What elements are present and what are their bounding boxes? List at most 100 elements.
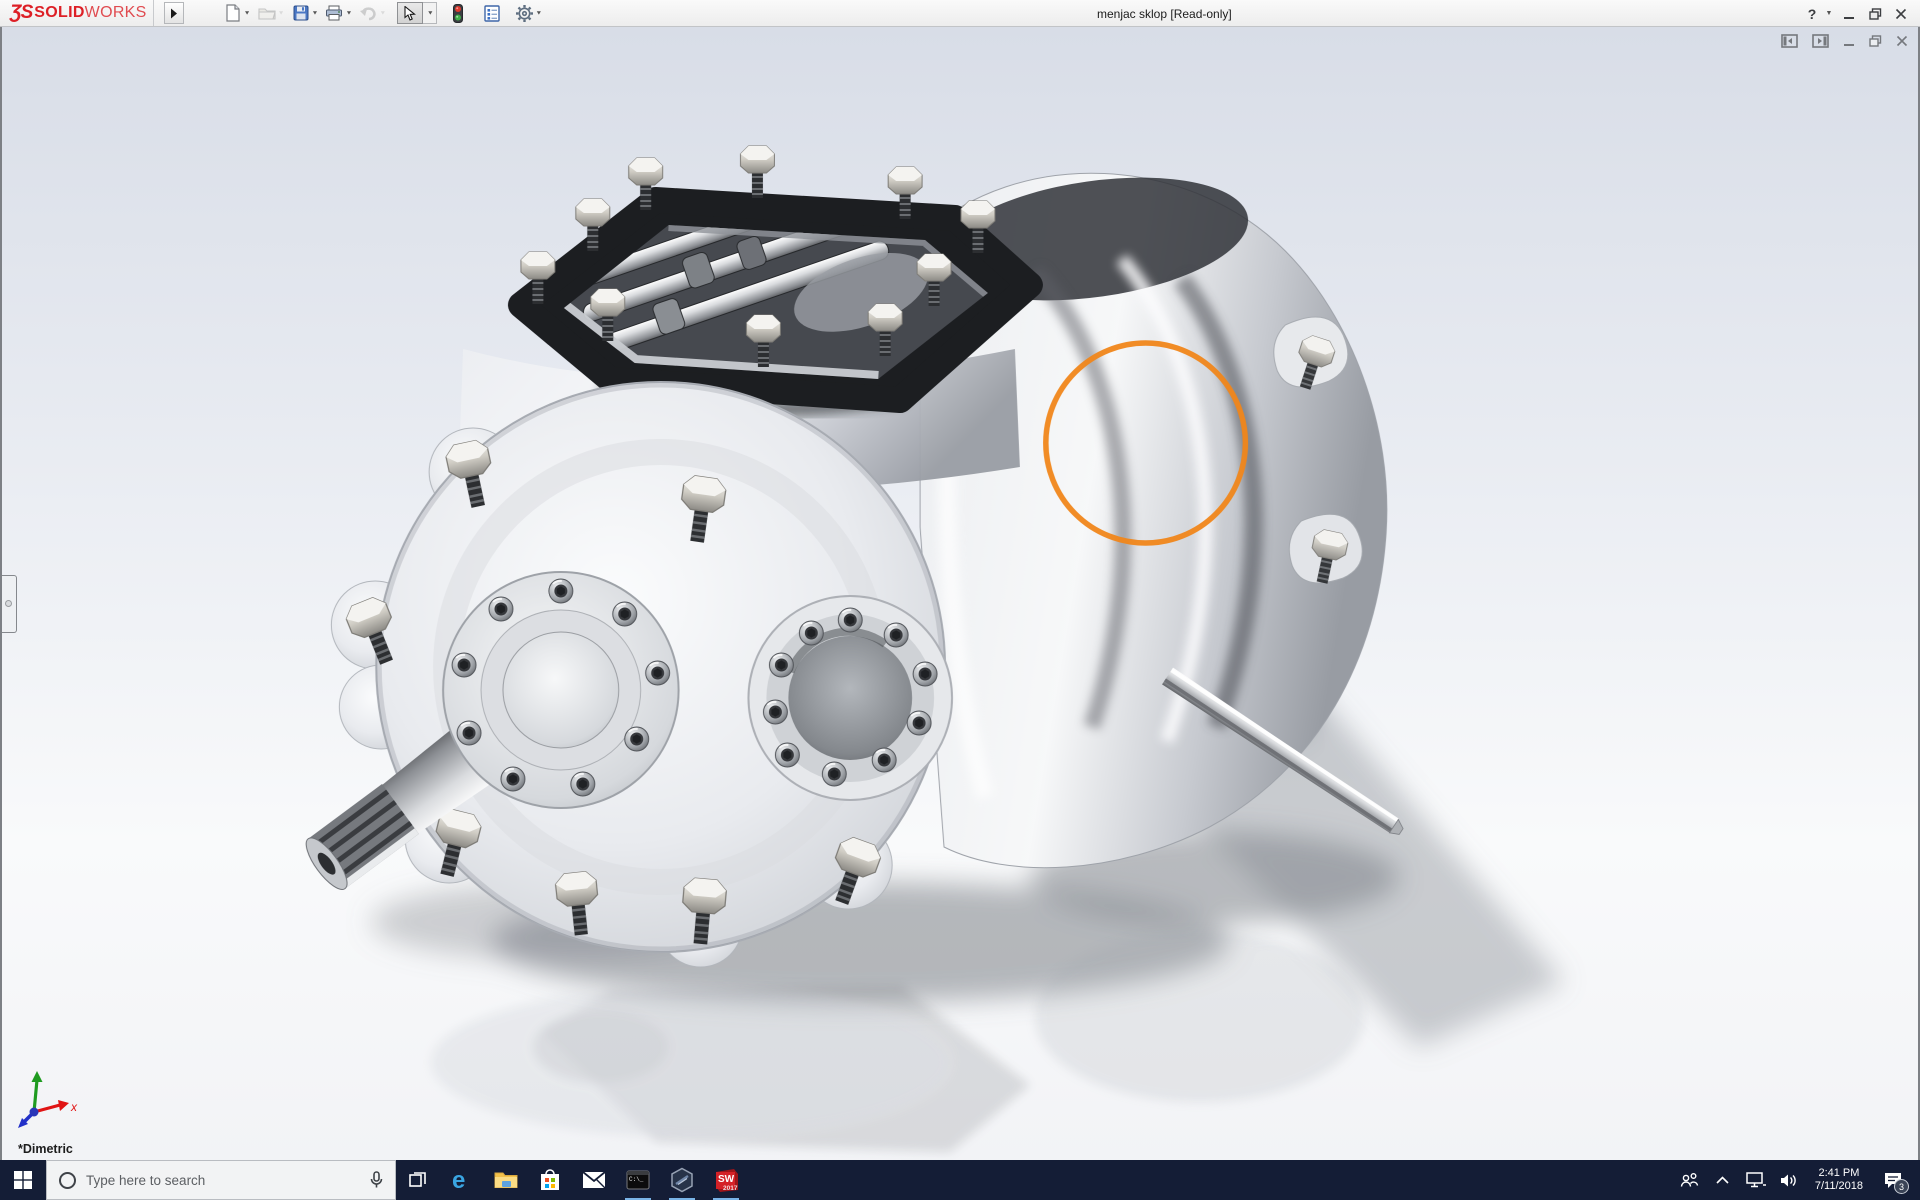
mail-icon — [582, 1171, 606, 1189]
clock-time: 2:41 PM — [1815, 1167, 1863, 1180]
solidworks-app-icon: SW 2017 — [712, 1166, 740, 1194]
taskbar-item-file-explorer[interactable] — [484, 1160, 528, 1200]
dropdown-caret-icon: ▼ — [379, 10, 386, 16]
microphone-icon[interactable] — [370, 1171, 383, 1189]
titlebar: ƷS SOLIDWORKS ▼ ▼ ▼ ▼ — [0, 0, 1920, 27]
hexagon-app-icon — [669, 1167, 695, 1193]
svg-text:x: x — [70, 1100, 78, 1114]
file-properties-button[interactable] — [481, 1, 503, 25]
window-controls: ? ▼ — [1802, 0, 1914, 27]
tab-dot-icon — [5, 600, 12, 607]
close-icon — [1895, 8, 1907, 20]
clock[interactable]: 2:41 PM 7/11/2018 — [1809, 1167, 1869, 1193]
taskbar-item-edge[interactable]: e — [440, 1160, 484, 1200]
undo-arrow-icon — [358, 3, 378, 23]
dassault-logo-icon: ƷS — [10, 2, 32, 24]
task-view-icon — [408, 1170, 428, 1190]
restore-button[interactable] — [1862, 0, 1888, 27]
windows-taskbar: e C:\_ — [0, 1160, 1920, 1200]
bearing-bore — [748, 596, 952, 800]
network-icon[interactable] — [1743, 1160, 1769, 1200]
file-explorer-icon — [494, 1170, 518, 1190]
minimize-icon — [1843, 8, 1855, 20]
close-button[interactable] — [1888, 0, 1914, 27]
taskbar-item-store[interactable] — [528, 1160, 572, 1200]
rebuild-button[interactable] — [447, 1, 469, 25]
doc-close-button[interactable] — [1896, 35, 1908, 47]
menu-expand-button[interactable] — [164, 2, 184, 24]
pane-left-button[interactable] — [1781, 34, 1798, 48]
dropdown-caret-icon[interactable]: ▼ — [244, 10, 251, 16]
print-button[interactable]: ▼ — [323, 1, 353, 25]
taskbar-item-hexagon-app[interactable] — [660, 1160, 704, 1200]
save-button[interactable]: ▼ — [290, 1, 320, 25]
select-tool-dropdown[interactable]: ▼ — [423, 2, 437, 24]
dropdown-caret-icon[interactable]: ▼ — [312, 10, 319, 16]
close-icon — [1896, 35, 1908, 47]
print-icon — [324, 3, 344, 23]
brand-text-solid: SOLID — [34, 4, 84, 22]
volume-icon[interactable] — [1776, 1160, 1802, 1200]
document-window-controls — [1781, 34, 1908, 48]
doc-restore-button[interactable] — [1869, 35, 1882, 47]
cursor-arrow-icon — [404, 6, 416, 21]
taskbar-item-solidworks[interactable]: SW 2017 — [704, 1160, 748, 1200]
undo-button: ▼ — [357, 1, 387, 25]
action-center-button[interactable]: 3 — [1876, 1160, 1910, 1200]
brand-text-works: WORKS — [85, 4, 147, 22]
new-document-icon — [223, 3, 243, 23]
file-properties-icon — [482, 3, 502, 23]
save-floppy-icon — [291, 3, 311, 23]
restore-icon — [1869, 8, 1882, 20]
new-document-button[interactable]: ▼ — [222, 1, 252, 25]
system-tray: 2:41 PM 7/11/2018 3 — [1677, 1160, 1920, 1200]
cortana-icon — [59, 1172, 76, 1189]
notification-badge: 3 — [1894, 1179, 1909, 1194]
orientation-triad-icon: x — [16, 1068, 80, 1132]
windows-logo-icon — [14, 1171, 32, 1189]
pane-right-icon — [1812, 34, 1829, 48]
svg-text:SW: SW — [718, 1174, 735, 1185]
open-button: ▼ — [256, 1, 286, 25]
taskbar-item-mail[interactable] — [572, 1160, 616, 1200]
svg-text:C:\_: C:\_ — [629, 1176, 644, 1183]
pane-left-icon — [1781, 34, 1798, 48]
dropdown-caret-icon: ▼ — [427, 10, 434, 16]
select-tool: ▼ — [397, 2, 437, 24]
pane-right-button[interactable] — [1812, 34, 1829, 48]
dropdown-caret-icon[interactable]: ▼ — [345, 10, 352, 16]
view-orientation-label: *Dimetric — [18, 1142, 73, 1156]
store-icon — [539, 1168, 561, 1192]
taskbar-item-command-prompt[interactable]: C:\_ — [616, 1160, 660, 1200]
doc-minimize-button[interactable] — [1843, 35, 1855, 47]
options-button[interactable]: ▼ — [513, 1, 543, 25]
start-button[interactable] — [0, 1160, 46, 1200]
divider — [153, 0, 154, 26]
minimize-button[interactable] — [1836, 0, 1862, 27]
gear-icon — [514, 3, 534, 23]
quick-toolbar: ▼ ▼ ▼ ▼ ▼ ▼ — [222, 0, 544, 26]
search-input[interactable] — [86, 1173, 360, 1188]
3d-model-render[interactable] — [2, 27, 1918, 1160]
graphics-area[interactable]: x *Dimetric — [0, 27, 1920, 1160]
help-button[interactable]: ? — [1802, 0, 1822, 27]
featuremanager-flyout-tab[interactable] — [2, 575, 17, 633]
people-icon[interactable] — [1677, 1160, 1703, 1200]
task-view-button[interactable] — [396, 1160, 440, 1200]
front-hub — [443, 572, 679, 808]
svg-text:e: e — [452, 1167, 465, 1193]
play-arrow-icon — [170, 8, 178, 19]
command-prompt-icon: C:\_ — [626, 1170, 650, 1190]
edge-icon: e — [449, 1167, 475, 1193]
chevron-up-icon[interactable] — [1710, 1160, 1736, 1200]
help-dropdown-caret-icon[interactable]: ▼ — [1822, 0, 1836, 27]
open-folder-icon — [257, 3, 277, 23]
svg-text:2017: 2017 — [723, 1185, 738, 1192]
taskbar-search[interactable] — [46, 1160, 396, 1200]
dropdown-caret-icon[interactable]: ▼ — [535, 10, 542, 16]
document-title: menjac sklop [Read-only] — [1097, 7, 1232, 21]
restore-icon — [1869, 35, 1882, 47]
clock-date: 7/11/2018 — [1815, 1180, 1863, 1193]
select-tool-button[interactable] — [397, 2, 423, 24]
solidworks-logo: ƷS SOLIDWORKS — [0, 0, 162, 26]
